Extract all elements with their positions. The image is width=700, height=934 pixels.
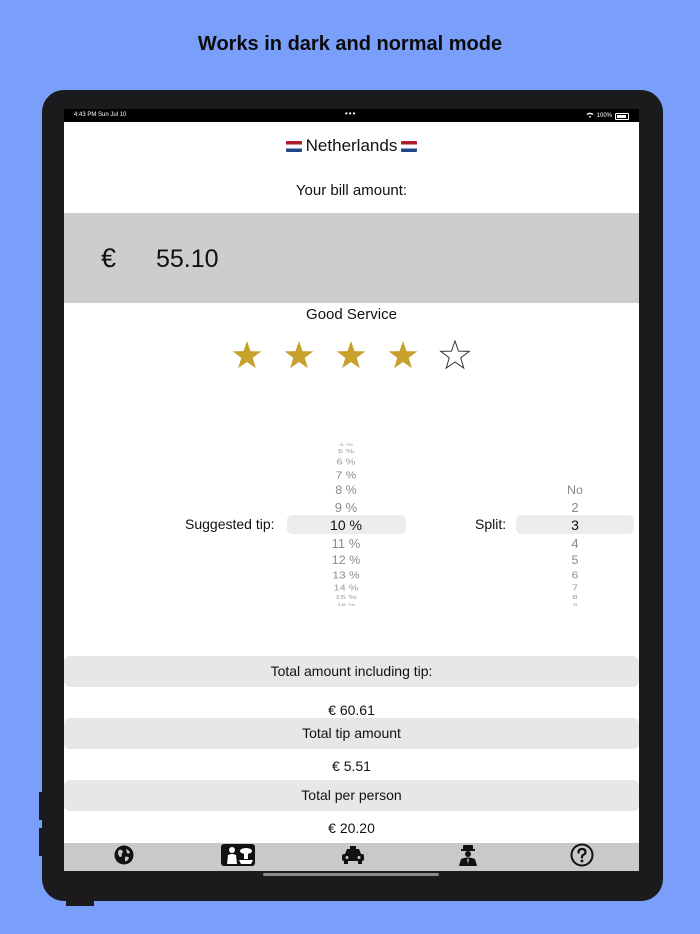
picker-option[interactable]: 4 bbox=[535, 537, 615, 550]
picker-option[interactable]: 12 % bbox=[306, 554, 386, 566]
picker-option[interactable]: 6 bbox=[535, 570, 615, 580]
tab-bar bbox=[64, 843, 639, 871]
tab-hotel[interactable] bbox=[410, 843, 525, 871]
netherlands-flag-icon bbox=[401, 141, 418, 152]
suggested-tip-label: Suggested tip: bbox=[185, 516, 275, 532]
picker-option[interactable]: 7 % bbox=[306, 470, 386, 480]
picker-option[interactable]: 11 % bbox=[306, 537, 386, 550]
tab-restaurant[interactable] bbox=[180, 843, 295, 871]
bill-amount-field[interactable]: € 55.10 bbox=[64, 213, 639, 303]
picker-option[interactable]: 13 % bbox=[306, 570, 386, 580]
waiter-icon bbox=[220, 843, 255, 871]
stand-foot bbox=[66, 900, 94, 906]
globe-icon bbox=[113, 844, 135, 871]
home-indicator[interactable] bbox=[263, 873, 439, 876]
picker-option[interactable]: 5 bbox=[535, 554, 615, 566]
tab-taxi[interactable] bbox=[295, 843, 410, 871]
tab-countries[interactable] bbox=[66, 843, 181, 871]
bill-amount-value[interactable]: 55.10 bbox=[156, 245, 219, 274]
picker-option[interactable]: 8 % bbox=[306, 484, 386, 496]
multitask-dots[interactable]: ••• bbox=[345, 109, 356, 118]
volume-up-button bbox=[39, 792, 43, 820]
picker-option[interactable]: 9 bbox=[535, 603, 615, 606]
total-tip-value: € 5.51 bbox=[332, 758, 371, 774]
picker-selected-value[interactable]: 10 % bbox=[306, 518, 386, 532]
picker-option[interactable]: 7 bbox=[535, 584, 615, 592]
promo-headline: Works in dark and normal mode bbox=[197, 33, 503, 55]
currency-symbol: € bbox=[101, 243, 117, 273]
total-tip-header: Total tip amount bbox=[64, 718, 639, 749]
picker-option[interactable]: 9 % bbox=[306, 501, 386, 514]
battery-percent: 100% bbox=[596, 113, 612, 119]
star-filled-icon[interactable] bbox=[282, 339, 316, 373]
help-icon bbox=[570, 843, 594, 872]
volume-down-button bbox=[39, 828, 43, 856]
status-time: 4:43 PM Sun Jul 10 bbox=[74, 112, 127, 118]
picker-option[interactable]: 2 bbox=[535, 501, 615, 514]
country-name: Netherlands bbox=[305, 136, 398, 155]
per-person-header: Total per person bbox=[64, 780, 639, 811]
per-person-value: € 20.20 bbox=[328, 820, 375, 836]
app-screen: 4:43 PM Sun Jul 10 ••• 100% Netherlands … bbox=[64, 109, 639, 871]
taxi-icon bbox=[341, 845, 365, 869]
picker-selected-value[interactable]: 3 bbox=[535, 518, 615, 532]
picker-option[interactable]: 15 % bbox=[306, 595, 386, 600]
bill-amount-label: Your bill amount: bbox=[295, 182, 408, 199]
wifi-icon bbox=[586, 112, 594, 120]
star-empty-icon[interactable] bbox=[438, 339, 472, 373]
picker-option[interactable]: 6 % bbox=[306, 458, 386, 466]
picker-option[interactable]: 16 % bbox=[306, 603, 386, 606]
picker-option[interactable]: 8 bbox=[535, 595, 615, 600]
star-rating[interactable] bbox=[64, 339, 639, 379]
country-title[interactable]: Netherlands bbox=[64, 136, 639, 156]
service-rating-label: Good Service bbox=[306, 306, 397, 323]
picker-option[interactable]: 5 % bbox=[306, 449, 386, 454]
star-filled-icon[interactable] bbox=[334, 339, 368, 373]
picker-option[interactable]: 4 % bbox=[306, 443, 386, 446]
netherlands-flag-icon bbox=[285, 141, 302, 152]
picker-option[interactable]: 14 % bbox=[306, 584, 386, 592]
tab-help[interactable] bbox=[524, 843, 639, 871]
star-filled-icon[interactable] bbox=[386, 339, 420, 373]
total-amount-value: € 60.61 bbox=[328, 702, 375, 718]
battery-icon bbox=[615, 112, 629, 120]
total-amount-header: Total amount including tip: bbox=[64, 656, 639, 687]
bellhop-icon bbox=[457, 844, 479, 871]
split-label: Split: bbox=[475, 516, 507, 532]
star-filled-icon[interactable] bbox=[230, 339, 264, 373]
picker-option[interactable]: No bbox=[535, 484, 615, 496]
status-bar: 4:43 PM Sun Jul 10 ••• 100% bbox=[64, 109, 639, 122]
